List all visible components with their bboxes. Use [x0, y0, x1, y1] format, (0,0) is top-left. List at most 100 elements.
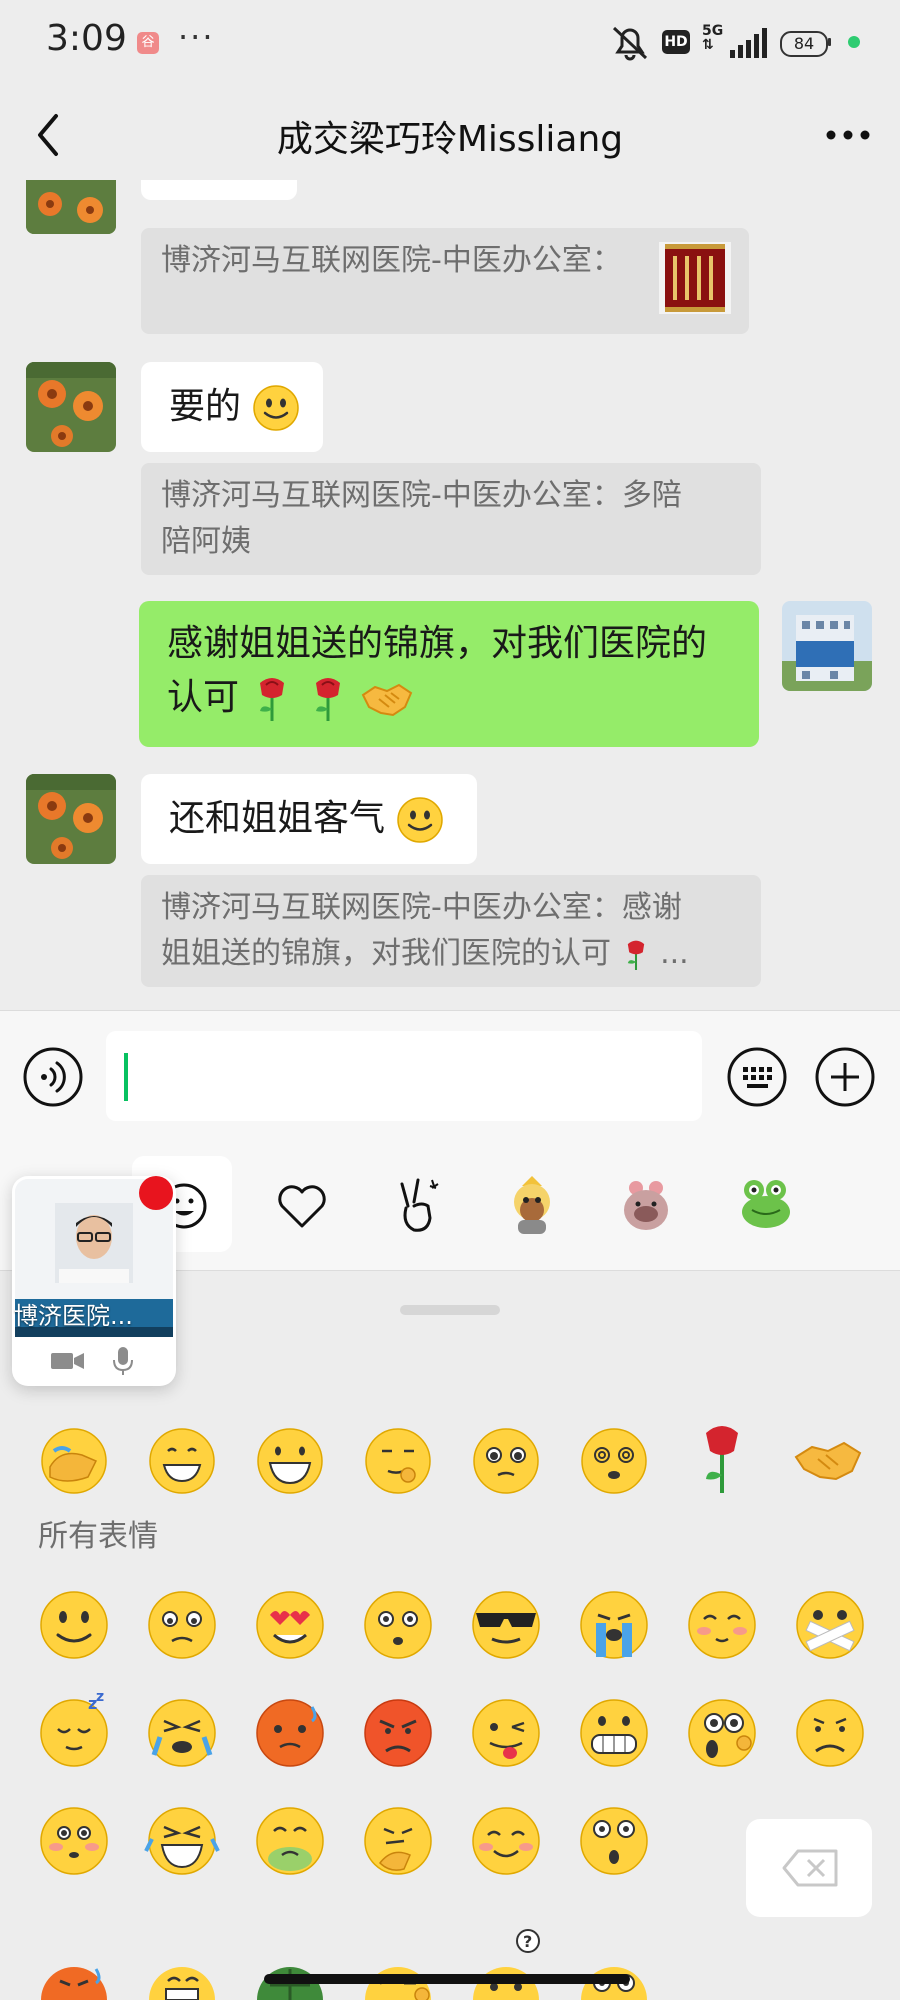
- sunglasses-emoji[interactable]: [472, 1591, 540, 1659]
- tab-gestures[interactable]: [366, 1156, 466, 1252]
- status-time: 3:09: [46, 18, 127, 59]
- delete-button[interactable]: [746, 1819, 872, 1917]
- avatar[interactable]: [26, 362, 116, 452]
- plus-icon[interactable]: [814, 1046, 876, 1108]
- furious-emoji[interactable]: [364, 1699, 432, 1767]
- quote-ellipsis: ...: [660, 936, 689, 971]
- sent-message-bubble[interactable]: 感谢姐姐送的锦旗，对我们医院的 认可: [139, 601, 759, 747]
- sticker-image: [141, 180, 297, 200]
- tab-sticker-pack-3[interactable]: [716, 1156, 816, 1252]
- chat-messages[interactable]: 博济河马互联网医院-中医办公室： 要的 博济河马互联网医院-中医办公室：多陪 陪…: [0, 180, 900, 1010]
- cheerful-emoji[interactable]: [149, 1967, 215, 2000]
- video-caller-name: 博济医院...: [14, 1302, 133, 1330]
- surprised-emoji[interactable]: [364, 1591, 432, 1659]
- app-notification-icon: 谷: [137, 32, 159, 54]
- message-input[interactable]: [106, 1031, 702, 1121]
- flower-avatar-image: [26, 180, 116, 234]
- sob-emoji[interactable]: [148, 1699, 216, 1767]
- quote-text-line-1: 博济河马互联网医院-中医办公室：多陪: [161, 478, 682, 513]
- blush-emoji[interactable]: [40, 1807, 108, 1875]
- smile-emoji[interactable]: [40, 1591, 108, 1659]
- status-bar: 3:09 谷 ··· HD 5G ⇅ 84: [0, 0, 900, 90]
- sleepy-emoji[interactable]: zz: [40, 1689, 108, 1767]
- avatar[interactable]: [26, 774, 116, 864]
- emoji-grid: zz ?: [40, 1591, 864, 2000]
- avatar[interactable]: [26, 180, 116, 234]
- facepalm-emoji[interactable]: [41, 1428, 107, 1494]
- drag-handle[interactable]: [400, 1305, 500, 1315]
- quote-text-line-2: 陪阿姨: [161, 524, 251, 559]
- smile-emoji: [397, 797, 444, 843]
- chat-title: 成交梁巧玲Missliang: [276, 119, 624, 160]
- tab-sticker-pack-2[interactable]: [596, 1156, 696, 1252]
- video-camera-icon[interactable]: [50, 1350, 86, 1372]
- happy-emoji[interactable]: [472, 1807, 540, 1875]
- quote-text-line-2: 姐姐送的锦旗，对我们医院的认可: [161, 936, 611, 971]
- big-grin-emoji[interactable]: [257, 1428, 323, 1494]
- thinking-emoji[interactable]: [364, 1807, 432, 1875]
- shy-emoji[interactable]: [688, 1591, 756, 1659]
- grimace-emoji[interactable]: [580, 1699, 648, 1767]
- pleading-emoji[interactable]: [473, 1428, 539, 1494]
- quote-text-line-1: 博济河马互联网医院-中医办公室：感谢: [161, 890, 682, 925]
- nav-bar: 成交梁巧玲Missliang: [0, 90, 900, 180]
- shocked-emoji[interactable]: [688, 1699, 756, 1767]
- quote-text: 博济河马互联网医院-中医办公室：: [161, 243, 622, 278]
- message-bubble[interactable]: 要的: [141, 362, 323, 452]
- banner-thumbnail[interactable]: [659, 242, 731, 314]
- wow-emoji[interactable]: [580, 1807, 648, 1875]
- frog-sticker-icon: [742, 1180, 790, 1228]
- angry-sweat-emoji[interactable]: [41, 1967, 107, 2000]
- video-controls: [12, 1336, 176, 1386]
- backspace-icon: [782, 1849, 838, 1887]
- message-text: 还和姐姐客气: [169, 798, 386, 839]
- mouth-taped-emoji[interactable]: [796, 1591, 864, 1659]
- tab-sticker-pack-1[interactable]: [482, 1156, 582, 1252]
- my-avatar[interactable]: [782, 601, 872, 691]
- smirk-emoji[interactable]: [365, 1428, 431, 1494]
- laughing-tears-emoji[interactable]: [144, 1807, 220, 1875]
- quote-reply[interactable]: 博济河马互联网医院-中医办公室：感谢 姐姐送的锦旗，对我们医院的认可 ...: [141, 875, 761, 987]
- battery-tip: [828, 38, 831, 46]
- rose-emoji[interactable]: [706, 1426, 738, 1493]
- voice-input-icon[interactable]: [22, 1046, 84, 1108]
- question-emoji[interactable]: ?: [473, 1929, 540, 2000]
- victory-hand-icon: [400, 1178, 439, 1232]
- keyboard-icon[interactable]: [726, 1046, 788, 1108]
- nauseated-emoji[interactable]: [256, 1807, 324, 1875]
- rose-emoji: [315, 678, 340, 721]
- quote-reply[interactable]: 博济河马互联网医院-中医办公室：: [141, 228, 749, 334]
- section-label-all-emoji: 所有表情: [38, 1519, 158, 1554]
- network-type: 5G ⇅: [702, 24, 723, 52]
- message-bubble[interactable]: [141, 180, 297, 200]
- text-cursor: [124, 1053, 128, 1101]
- network-arrows: ⇅: [702, 37, 714, 53]
- heart-eyes-emoji[interactable]: [256, 1591, 324, 1659]
- rose-emoji: [260, 678, 285, 721]
- notification-badge: [139, 1176, 173, 1210]
- dizzy-emoji[interactable]: [581, 1428, 647, 1494]
- message-text: 要的: [169, 386, 242, 427]
- quote-reply[interactable]: 博济河马互联网医院-中医办公室：多陪 陪阿姨: [141, 463, 761, 575]
- status-more-icon: ···: [178, 18, 215, 56]
- privacy-indicator-dot: [848, 36, 860, 48]
- crying-emoji[interactable]: [580, 1591, 648, 1659]
- angry-red-emoji[interactable]: [256, 1699, 324, 1767]
- tab-favorites[interactable]: [252, 1156, 352, 1252]
- input-bar: [0, 1010, 900, 1141]
- grin-emoji[interactable]: [149, 1428, 215, 1494]
- handshake-emoji[interactable]: [794, 1441, 862, 1481]
- status-indicators: HD 5G ⇅ 84: [610, 20, 900, 64]
- smile-emoji: [253, 385, 300, 431]
- home-indicator[interactable]: [264, 1974, 630, 1984]
- microphone-icon[interactable]: [112, 1346, 134, 1376]
- recent-emoji-row: [41, 1426, 862, 1494]
- handshake-emoji: [362, 683, 413, 717]
- message-bubble[interactable]: 还和姐姐客气: [141, 774, 477, 864]
- heart-icon: [278, 1185, 326, 1228]
- more-options-icon[interactable]: [826, 130, 870, 140]
- worried-emoji[interactable]: [148, 1591, 216, 1659]
- wink-tongue-emoji[interactable]: [472, 1699, 540, 1767]
- frown-emoji[interactable]: [796, 1699, 864, 1767]
- cartoon-sticker-icon: [514, 1176, 550, 1234]
